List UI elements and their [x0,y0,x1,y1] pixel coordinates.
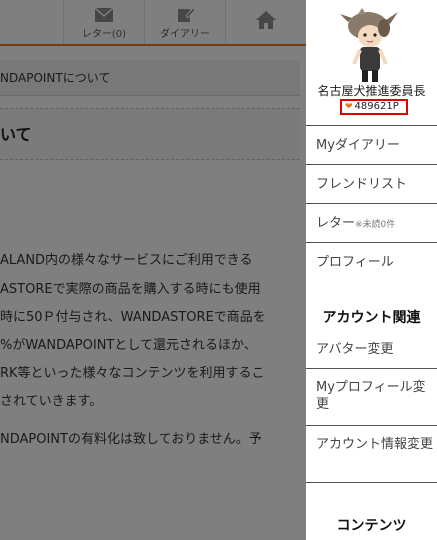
menu-item-friend-list[interactable]: フレンドリスト [306,165,437,204]
account-heading: アカウント関連 [322,310,421,326]
contents-heading: コンテンツ [336,518,407,534]
points-value: 489621P [354,101,399,112]
menu-item-profile[interactable]: プロフィール [306,243,437,282]
menu-item-label: Myダイアリー [316,138,400,153]
menu-item-label: アカウント情報変更 [316,437,434,452]
paw-icon: ❤ [345,102,353,112]
menu-item-letter[interactable]: レター※未読0件 [306,204,437,243]
menu-item-label: フレンドリスト [316,177,408,192]
menu-item-my-diary[interactable]: Myダイアリー [306,126,437,165]
menu-item-label: Myプロフィール変更 [316,380,426,412]
menu-item-label: アバター変更 [316,342,394,357]
points-badge: ❤ 489621P [340,99,408,115]
username: 名古屋犬推進委員長 [317,84,426,98]
menu-item-avatar-change[interactable]: アバター変更 [306,330,437,369]
profile-box: 名古屋犬推進委員長 ❤ 489621P [306,0,437,126]
unread-note: ※未読0件 [355,220,396,230]
avatar-icon[interactable] [338,8,402,84]
dim-overlay[interactable] [0,0,306,540]
menu-item-label: プロフィール [316,255,394,270]
menu-item-my-profile-change[interactable]: Myプロフィール変更 [306,369,437,426]
menu-item-label: レター [316,216,356,231]
side-menu: 名古屋犬推進委員長 ❤ 489621P Myダイアリー フレンドリスト レター※未… [306,0,437,540]
menu-item-account-info-change[interactable]: アカウント情報変更 [306,426,437,483]
